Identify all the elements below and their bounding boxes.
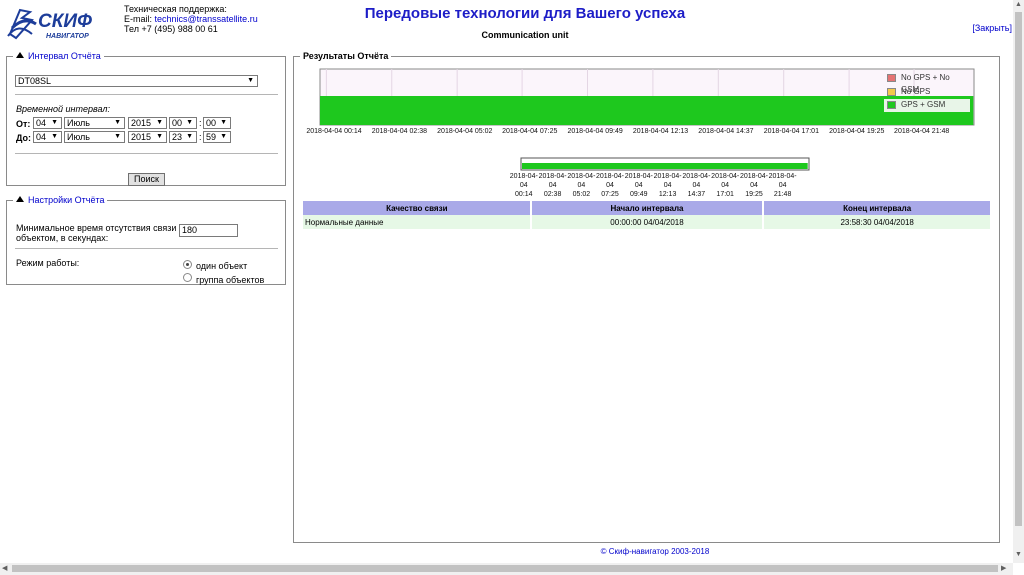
cell-quality: Нормальные данные xyxy=(303,215,532,229)
overview-tick-time: 14:37 xyxy=(687,191,706,198)
overview-series-bar xyxy=(522,163,808,169)
overview-tick-label: 2018-04-04 14:37 xyxy=(681,172,711,199)
footer-copyright[interactable]: © Скиф-навигатор 2003-2018 xyxy=(540,547,770,556)
mode-single-label: один объект xyxy=(196,261,248,271)
overview-tick-time: 19:25 xyxy=(745,191,763,198)
min-time-label-line2: объектом, в секундах: xyxy=(16,233,109,243)
overview-tick-label: 2018-04-04 09:49 xyxy=(624,172,654,199)
overview-tick-label: 2018-04-04 12:13 xyxy=(653,172,683,199)
overview-tick-time: 00:14 xyxy=(515,191,533,198)
scroll-up-icon[interactable]: ▲ xyxy=(1015,1,1022,8)
table-header-row: Качество связи Начало интервала Конец ин… xyxy=(303,201,992,215)
overview-tick-time: 09:49 xyxy=(630,191,648,198)
overview-tick-date: 2018-04-04 xyxy=(509,173,538,189)
overview-tick-time: 07:25 xyxy=(601,191,619,198)
overview-tick-time: 17:01 xyxy=(716,191,734,198)
mode-group-radio[interactable] xyxy=(183,273,192,282)
time-tick-label: 2018-04-04 21:48 xyxy=(894,128,950,135)
overview-tick-label: 2018-04-04 05:02 xyxy=(566,172,596,199)
min-time-label: Минимальное время отсутствия связи с объ… xyxy=(16,223,183,243)
overview-tick-date: 2018-04-04 xyxy=(682,173,711,189)
overview-tick-label: 2018-04-04 07:25 xyxy=(595,172,625,199)
cell-start: 00:00:00 04/04/2018 xyxy=(530,215,765,229)
overview-tick-time: 02:38 xyxy=(543,191,562,198)
legend-item-no-gps: No GPS xyxy=(884,86,970,99)
header-quality: Качество связи xyxy=(303,201,532,215)
vertical-scrollbar[interactable]: ▲ ▼ xyxy=(1013,0,1024,563)
time-tick-label: 2018-04-04 12:13 xyxy=(632,128,689,135)
legend-swatch xyxy=(887,74,896,82)
overview-tick-time: 12:13 xyxy=(658,191,677,198)
overview-tick-date: 2018-04-04 xyxy=(711,173,740,189)
overview-tick-date: 2018-04-04 xyxy=(538,173,567,189)
overview-tick-time: 21:48 xyxy=(773,191,792,198)
legend-label: No GPS xyxy=(901,87,931,96)
scroll-right-icon[interactable]: ▶ xyxy=(1001,564,1006,572)
header-start: Начало интервала xyxy=(530,201,765,215)
series-bar xyxy=(320,96,974,125)
legend-swatch xyxy=(887,101,896,109)
chart-legend: No GPS + No GSM No GPS GPS + GSM xyxy=(884,71,970,113)
mode-label: Режим работы: xyxy=(16,258,80,268)
footer-link[interactable]: © Скиф-навигатор 2003-2018 xyxy=(601,547,710,556)
min-time-input[interactable]: 180 xyxy=(179,224,238,237)
horizontal-scroll-thumb[interactable] xyxy=(12,565,998,572)
overview-tick-label: 2018-04-04 21:48 xyxy=(768,172,798,199)
overview-tick-label: 2018-04-04 19:25 xyxy=(739,172,769,199)
overview-tick-date: 2018-04-04 xyxy=(653,173,682,189)
time-tick-label: 2018-04-04 14:37 xyxy=(698,128,754,135)
overview-tick-label: 2018-04-04 00:14 xyxy=(509,172,539,199)
overview-tick-date: 2018-04-04 xyxy=(567,173,596,189)
divider xyxy=(15,248,278,249)
scroll-left-icon[interactable]: ◀ xyxy=(2,564,7,572)
time-tick-label: 2018-04-04 05:02 xyxy=(437,128,493,135)
time-tick-label: 2018-04-04 09:49 xyxy=(567,128,623,135)
report-table: Качество связи Начало интервала Конец ин… xyxy=(303,201,992,229)
overview-tick-date: 2018-04-04 xyxy=(624,173,653,189)
overview-tick-date: 2018-04-04 xyxy=(739,173,769,189)
legend-item-no-gps-no-gsm: No GPS + No GSM xyxy=(884,72,970,94)
overview-tick-date: 2018-04-04 xyxy=(595,173,625,189)
overview-tick-label: 2018-04-04 17:01 xyxy=(710,172,740,199)
scroll-down-icon[interactable]: ▼ xyxy=(1015,551,1022,558)
legend-swatch xyxy=(887,88,896,96)
header-end: Конец интервала xyxy=(763,201,992,215)
overview-tick-date: 2018-04-04 xyxy=(768,173,797,189)
connection-chart xyxy=(319,68,975,171)
overview-tick-label: 2018-04-04 02:38 xyxy=(538,172,568,199)
overview-tick-time: 05:02 xyxy=(572,191,591,198)
time-tick-label: 2018-04-04 19:25 xyxy=(829,128,885,135)
settings-panel: Настройки Отчёта Минимальное время отсут… xyxy=(6,195,286,285)
horizontal-scrollbar[interactable]: ◀ ▶ xyxy=(0,563,1013,575)
mode-single-radio[interactable] xyxy=(183,260,192,269)
time-tick-label: 2018-04-04 07:25 xyxy=(502,128,558,135)
vertical-scroll-thumb[interactable] xyxy=(1015,12,1022,526)
time-tick-label: 2018-04-04 02:38 xyxy=(371,128,428,135)
cell-end: 23:58:30 04/04/2018 xyxy=(763,215,992,229)
mode-group-label: группа объектов xyxy=(196,275,265,285)
time-tick-label: 2018-04-04 17:01 xyxy=(763,128,819,135)
legend-item-gps-gsm: GPS + GSM xyxy=(884,99,970,112)
table-row: Нормальные данные 00:00:00 04/04/2018 23… xyxy=(303,215,992,229)
legend-label: GPS + GSM xyxy=(901,100,946,109)
time-tick-label: 2018-04-04 00:14 xyxy=(306,128,362,135)
min-time-label-line1: Минимальное время отсутствия связи с xyxy=(16,223,184,233)
